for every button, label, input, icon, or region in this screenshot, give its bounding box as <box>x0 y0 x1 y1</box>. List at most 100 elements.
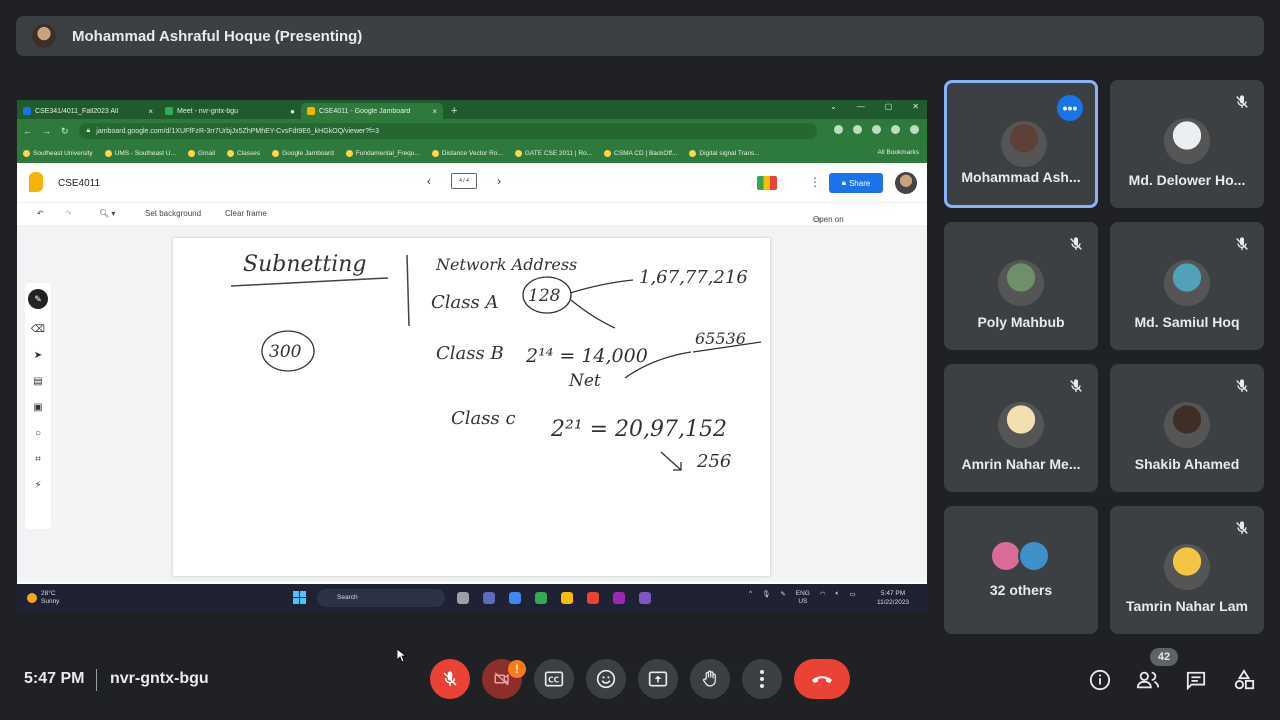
pen-tray-icon[interactable]: ✎ <box>780 590 785 606</box>
next-frame-icon[interactable]: › <box>497 174 501 188</box>
taskbar-app-icon[interactable] <box>613 592 625 604</box>
warning-badge[interactable]: ! <box>508 660 526 678</box>
participant-tile[interactable]: Shakib Ahamed <box>1110 364 1264 492</box>
bookmark[interactable]: Fundamental_Frequ... <box>345 149 420 157</box>
mic-off-icon <box>1230 232 1254 256</box>
redo-icon[interactable]: ↷ <box>65 209 72 218</box>
circle-icon[interactable]: ○ <box>35 428 41 439</box>
reload-icon[interactable]: ↻ <box>61 126 69 137</box>
leave-call-button[interactable] <box>794 659 850 699</box>
frame-indicator[interactable]: 4 / 4 <box>451 173 477 189</box>
avatar[interactable] <box>895 172 917 194</box>
close-icon[interactable]: × <box>148 107 153 116</box>
zoom-icon[interactable]: 🔍︎ ▾ <box>99 209 115 218</box>
extension-icon[interactable] <box>872 125 881 134</box>
taskbar-app-icon[interactable] <box>587 592 599 604</box>
weather-widget[interactable]: 28°C Sunny <box>27 590 59 606</box>
bookmark[interactable]: Southeast University <box>23 149 93 157</box>
search-label: Search <box>337 594 358 601</box>
chat-button[interactable] <box>1180 664 1212 696</box>
text-box-icon[interactable]: ⌗ <box>35 454 41 465</box>
battery-icon[interactable]: ▭ <box>849 590 855 606</box>
bookmark[interactable]: UMS - Southeast U... <box>104 149 176 157</box>
taskbar-app-icon[interactable] <box>535 592 547 604</box>
more-options-icon[interactable]: ⋮ <box>809 175 821 189</box>
taskbar-clock[interactable]: 5:47 PM 11/22/2023 <box>877 589 909 607</box>
volume-icon[interactable]: 🔈︎ <box>836 590 840 606</box>
participant-tile[interactable]: Tamrin Nahar Lam <box>1110 506 1264 634</box>
participant-tile[interactable]: 32 others <box>944 506 1098 634</box>
participant-tile[interactable]: Md. Delower Ho... <box>1110 80 1264 208</box>
jamboard-frame[interactable]: Subnetting Network Address Class A 128 1… <box>173 238 770 576</box>
forward-icon[interactable]: → <box>42 126 51 136</box>
close-icon[interactable]: ● <box>290 107 295 116</box>
laser-icon[interactable]: ⚡︎ <box>34 480 41 491</box>
present-button[interactable] <box>638 659 678 699</box>
bookmark[interactable]: Distance Vector Ro... <box>431 149 503 157</box>
taskbar-search[interactable]: Search <box>317 589 445 607</box>
reactions-button[interactable] <box>586 659 626 699</box>
class-c-formula: 2²¹ = 20,97,152 <box>550 417 727 442</box>
new-tab-icon[interactable]: + <box>443 103 465 119</box>
minimize-icon[interactable]: — <box>857 102 865 111</box>
wifi-icon[interactable]: ◠ <box>820 590 826 606</box>
participant-name: Amrin Nahar Me... <box>961 456 1081 472</box>
undo-icon[interactable]: ↶ <box>37 209 44 218</box>
clear-frame-button[interactable]: Clear frame <box>225 209 267 218</box>
sticky-note-icon[interactable]: ▤ <box>33 376 42 387</box>
chevron-down-icon[interactable]: ⌄ <box>830 102 837 111</box>
globe-icon <box>431 149 439 157</box>
image-icon[interactable]: ▣ <box>33 402 42 413</box>
set-background-button[interactable]: Set background <box>145 209 201 218</box>
select-icon[interactable]: ➤ <box>34 350 42 361</box>
chevron-up-icon[interactable]: ^ <box>749 590 752 606</box>
taskbar-app-icon[interactable] <box>509 592 521 604</box>
taskbar-app-icon[interactable] <box>561 592 573 604</box>
close-window-icon[interactable]: ✕ <box>912 102 919 111</box>
more-options-icon[interactable]: ••• <box>1057 95 1083 121</box>
all-bookmarks[interactable]: All Bookmarks <box>877 149 919 156</box>
prev-frame-icon[interactable]: ‹ <box>427 174 431 188</box>
taskbar-app-icon[interactable] <box>483 592 495 604</box>
browser-tab[interactable]: Meet - nvr-gntx-bgu ● <box>159 103 301 119</box>
share-page-icon[interactable] <box>834 125 843 134</box>
meet-icon[interactable] <box>757 176 777 190</box>
activities-button[interactable] <box>1228 664 1260 696</box>
bookmark[interactable]: Google Jamboard <box>272 149 334 157</box>
mic-off-button[interactable] <box>430 659 470 699</box>
url-input[interactable]: 🔒︎ jamboard.google.com/d/1XUFfFzR-3rr7Ur… <box>78 123 817 139</box>
maximize-icon[interactable]: ▢ <box>885 102 893 111</box>
bookmark[interactable]: Classes <box>227 149 260 157</box>
windows-start-icon[interactable] <box>293 591 306 604</box>
captions-button[interactable]: CC <box>534 659 574 699</box>
eraser-icon[interactable]: ⌫ <box>31 324 45 335</box>
meeting-info-button[interactable] <box>1084 664 1116 696</box>
shared-screen: CSE341/4011_Fall2023 All × Meet - nvr-gn… <box>17 100 927 612</box>
browser-tab[interactable]: CSE341/4011_Fall2023 All × <box>17 103 159 119</box>
profile-icon[interactable] <box>910 125 919 134</box>
more-options-button[interactable] <box>742 659 782 699</box>
bookmark[interactable]: GATE CSE 2011 | Ro... <box>514 149 593 157</box>
mic-icon[interactable]: 🎙︎ <box>762 590 770 606</box>
pen-icon[interactable]: ✎ <box>28 289 48 309</box>
participant-tile[interactable]: Mohammad Ash... ••• <box>944 80 1098 208</box>
star-icon[interactable] <box>853 125 862 134</box>
puzzle-icon[interactable] <box>891 125 900 134</box>
back-icon[interactable]: ← <box>23 126 32 136</box>
raise-hand-button[interactable] <box>690 659 730 699</box>
bookmark[interactable]: CSMA CD | BackOff... <box>604 149 677 157</box>
taskbar-app-icon[interactable] <box>639 592 651 604</box>
close-icon[interactable]: × <box>432 107 437 116</box>
class-b-net: Net <box>568 371 601 391</box>
bookmark[interactable]: Digital signal Trans... <box>689 149 760 157</box>
bookmark-label: GATE CSE 2011 | Ro... <box>524 149 593 157</box>
people-button[interactable] <box>1132 664 1164 696</box>
participant-tile[interactable]: Md. Samiul Hoq <box>1110 222 1264 350</box>
bookmark[interactable]: Gmail <box>188 149 215 157</box>
taskbar-app-icon[interactable] <box>457 592 469 604</box>
participant-tile[interactable]: Amrin Nahar Me... <box>944 364 1098 492</box>
share-button[interactable]: 🔒︎ Share <box>829 173 883 193</box>
clock-time: 5:47 PM <box>880 590 906 597</box>
browser-tab-active[interactable]: CSE4011 - Google Jamboard × <box>301 103 443 119</box>
participant-tile[interactable]: Poly Mahbub <box>944 222 1098 350</box>
